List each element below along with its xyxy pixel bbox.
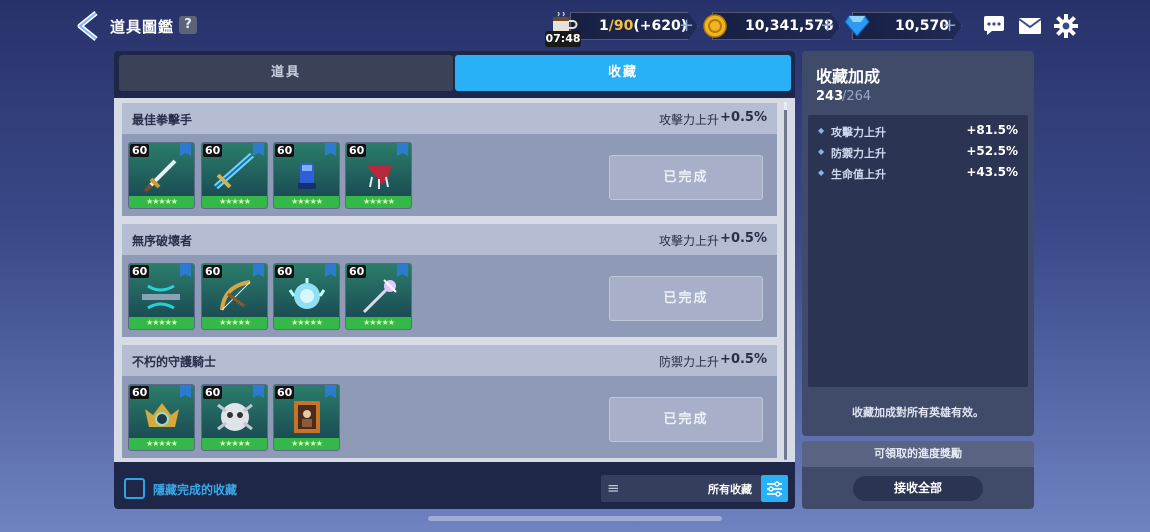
star-rating: ★★★★★ [346, 196, 411, 208]
collection-bonus-value: +0.5% [720, 352, 767, 367]
star-rating: ★★★★★ [202, 438, 267, 450]
star-rating: ★★★★★ [202, 317, 267, 329]
crossbow-icon [142, 284, 180, 310]
star-rating: ★★★★★ [274, 438, 339, 450]
bonus-stat-row: ◆ 攻擊力上升 +81.5% [818, 123, 1018, 140]
stamina-counter[interactable]: 1/90(+620) + [570, 12, 698, 40]
collection-name: 不朽的守護騎士 [132, 355, 217, 369]
back-arrow-icon[interactable] [74, 10, 102, 42]
bonus-stat-row: ◆ 生命值上升 +43.5% [818, 165, 1018, 182]
bonus-stat-label: 攻擊力上升 [831, 126, 886, 139]
list-icon: ≡ [607, 479, 620, 497]
bonus-note: 收藏加成對所有英雄有效。 [852, 406, 984, 419]
home-indicator [428, 516, 722, 521]
filter-settings-button[interactable] [761, 475, 788, 502]
portrait-frame-icon [294, 401, 320, 433]
help-button[interactable]: ? [179, 16, 197, 34]
gold-emblem-icon [145, 403, 179, 427]
item-slot[interactable]: 60 ★★★★★ [273, 263, 340, 330]
chat-icon[interactable] [982, 15, 1006, 41]
completed-button[interactable]: 已完成 [609, 155, 763, 200]
collection-bonus-value: +0.5% [720, 231, 767, 246]
item-slot[interactable]: 60 ★★★★★ [201, 263, 268, 330]
star-rating: ★★★★★ [346, 317, 411, 329]
stamina-timer: 07:48 [545, 31, 581, 47]
progress-reward-title: 可領取的進度獎勵 [802, 441, 1034, 467]
coin-plus-icon[interactable]: + [820, 15, 835, 36]
collection-card: 最佳拳擊手 攻擊力上升 +0.5% 60 ★★★★★ 60 ★★★★★ 60 ★… [122, 103, 777, 216]
item-slot[interactable]: 60 ★★★★★ [273, 142, 340, 209]
scrollbar-thumb[interactable] [784, 102, 787, 110]
greatsword-icon [214, 152, 254, 190]
diamond-bullet-icon: ◆ [818, 147, 825, 156]
gear-icon[interactable] [1054, 14, 1078, 42]
collection-bonus-label: 攻擊力上升 [658, 113, 719, 127]
bow-icon [220, 280, 251, 311]
ice-orb-icon [288, 278, 326, 309]
sword-icon [143, 159, 177, 193]
bonus-panel-title: 收藏加成 [816, 67, 881, 86]
hide-completed-label[interactable]: 隱藏完成的收藏 [153, 481, 237, 498]
item-slot[interactable]: 60 ★★★★★ [345, 142, 412, 209]
bonus-stat-value: +52.5% [966, 144, 1018, 158]
collection-bonus-label: 攻擊力上升 [658, 234, 719, 248]
collection-bonus-label: 防禦力上升 [658, 355, 719, 369]
blue-gauntlet-icon [298, 163, 316, 189]
collection-name: 無序破壞者 [132, 234, 193, 248]
item-slot[interactable]: 60 ★★★★★ [128, 142, 195, 209]
star-rating: ★★★★★ [129, 317, 194, 329]
gold-coin-icon [703, 14, 727, 42]
item-slot[interactable]: 60 ★★★★★ [201, 142, 268, 209]
completed-button[interactable]: 已完成 [609, 276, 763, 321]
filter-label[interactable]: 所有收藏 [708, 481, 752, 497]
item-slot[interactable]: 60 ★★★★★ [273, 384, 340, 451]
collection-count-current: 243 [816, 89, 844, 104]
item-slot[interactable]: 60 ★★★★★ [128, 384, 195, 451]
bonus-stat-label: 生命值上升 [831, 168, 886, 181]
claim-all-button[interactable]: 接收全部 [853, 476, 983, 501]
hide-completed-checkbox[interactable] [124, 478, 145, 499]
stamina-plus-icon[interactable]: + [679, 15, 694, 36]
collection-count-total: /264 [842, 89, 872, 104]
scrollbar[interactable] [784, 102, 787, 460]
diamond-bullet-icon: ◆ [818, 126, 825, 135]
star-rating: ★★★★★ [129, 196, 194, 208]
tab-collection[interactable]: 收藏 [455, 55, 791, 91]
star-rating: ★★★★★ [202, 196, 267, 208]
sliders-icon [767, 481, 782, 497]
item-slot[interactable]: 60 ★★★★★ [201, 384, 268, 451]
completed-button[interactable]: 已完成 [609, 397, 763, 442]
collection-card: 無序破壞者 攻擊力上升 +0.5% 60 ★★★★★ 60 ★★★★★ 60 ★… [122, 224, 777, 337]
red-claw-icon [366, 165, 392, 189]
diamond-bullet-icon: ◆ [818, 168, 825, 177]
mail-icon[interactable] [1018, 17, 1042, 39]
bonus-stat-value: +43.5% [966, 165, 1018, 179]
blue-gem-icon [844, 13, 870, 41]
staff-icon [362, 279, 397, 314]
collection-card: 不朽的守護騎士 防禦力上升 +0.5% 60 ★★★★★ 60 ★★★★★ 60… [122, 345, 777, 458]
star-rating: ★★★★★ [129, 438, 194, 450]
item-slot[interactable]: 60 ★★★★★ [345, 263, 412, 330]
stamina-max: /90 [608, 18, 634, 34]
item-slot[interactable]: 60 ★★★★★ [128, 263, 195, 330]
silver-skull-icon [217, 403, 253, 431]
collection-list[interactable]: 最佳拳擊手 攻擊力上升 +0.5% 60 ★★★★★ 60 ★★★★★ 60 ★… [114, 98, 795, 462]
star-rating: ★★★★★ [274, 196, 339, 208]
collection-name: 最佳拳擊手 [132, 113, 193, 127]
collection-bonus-value: +0.5% [720, 110, 767, 125]
gem-value: 10,570 [895, 18, 950, 34]
tab-items[interactable]: 道具 [119, 55, 453, 91]
bonus-stat-row: ◆ 防禦力上升 +52.5% [818, 144, 1018, 161]
page-title: 道具圖鑑 [110, 18, 175, 36]
bonus-stat-label: 防禦力上升 [831, 147, 886, 160]
star-rating: ★★★★★ [274, 317, 339, 329]
gem-plus-icon[interactable]: + [942, 15, 957, 36]
coin-counter[interactable]: 10,341,578 + [712, 12, 840, 40]
stamina-current: 1 [599, 18, 609, 34]
bonus-stat-value: +81.5% [966, 123, 1018, 137]
